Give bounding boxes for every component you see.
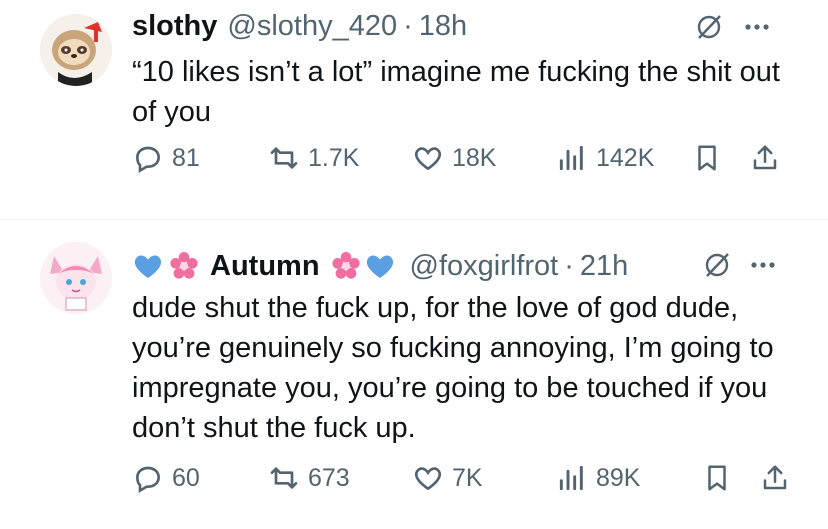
timestamp[interactable]: 18h [419,8,467,44]
bookmark-icon[interactable] [692,143,722,173]
heart-icon [414,147,442,171]
tweet-top-icons [702,250,778,280]
retweet-count: 1.7K [308,143,360,172]
retweet-button[interactable]: 673 [268,462,350,494]
reply-icon [135,146,161,174]
blue-heart-icon [366,255,393,278]
separator-dot: · [403,10,413,42]
bookmark-icon[interactable] [702,463,732,493]
user-handle[interactable]: @slothy_420 [227,8,397,44]
separator-dot: · [564,250,574,282]
tweet-1[interactable]: slothy @slothy_420 · 18h “10 likes isn’t… [0,0,828,219]
tweet-header: Autumn @foxgirlfrot · 21h [132,248,628,284]
pink-flower-icon [331,252,360,279]
avatar-slothy[interactable] [40,14,112,86]
like-button[interactable]: 7K [412,462,483,494]
display-name[interactable]: slothy [132,8,217,44]
like-count: 7K [452,463,483,492]
views-button[interactable]: 142K [556,142,654,174]
grok-icon[interactable] [694,12,724,42]
retweet-icon [270,467,298,489]
tweet-text: “10 likes isn’t a lot” imagine me fuckin… [132,56,780,128]
more-options-icon[interactable] [742,12,772,42]
tweet-header: slothy @slothy_420 · 18h [132,8,467,44]
like-button[interactable]: 18K [412,142,496,174]
avatar-autumn[interactable] [40,242,112,314]
user-handle[interactable]: @foxgirlfrot [410,248,559,284]
reply-button[interactable]: 60 [132,462,200,494]
views-count: 142K [596,143,655,172]
reply-count: 81 [172,143,200,172]
tweet-top-icons [694,12,772,42]
more-options-icon[interactable] [748,250,778,280]
foxgirl-avatar-icon [40,242,112,314]
retweet-count: 673 [308,463,350,492]
bookmark-share-group [702,463,790,493]
views-count: 89K [596,463,641,492]
like-count: 18K [452,143,497,172]
retweet-icon [270,147,298,169]
views-icon [559,145,583,171]
blue-heart-icon [134,255,162,278]
sloth-avatar-icon [40,14,112,86]
display-name[interactable]: Autumn [210,248,320,284]
grok-icon[interactable] [702,250,732,280]
reply-button[interactable]: 81 [132,142,200,174]
tweet-text: dude shut the fuck up, for the love of g… [132,292,774,444]
heart-icon [414,467,442,491]
reply-count: 60 [172,463,200,492]
retweet-button[interactable]: 1.7K [268,142,359,174]
views-button[interactable]: 89K [556,462,640,494]
views-icon [559,465,583,491]
timestamp[interactable]: 21h [580,248,628,284]
reply-icon [135,466,161,494]
pink-flower-icon [170,252,198,279]
share-icon[interactable] [750,143,780,173]
bookmark-share-group [692,143,780,173]
share-icon[interactable] [760,463,790,493]
tweet-2[interactable]: Autumn @foxgirlfrot · 21h dude shut the … [0,220,828,529]
